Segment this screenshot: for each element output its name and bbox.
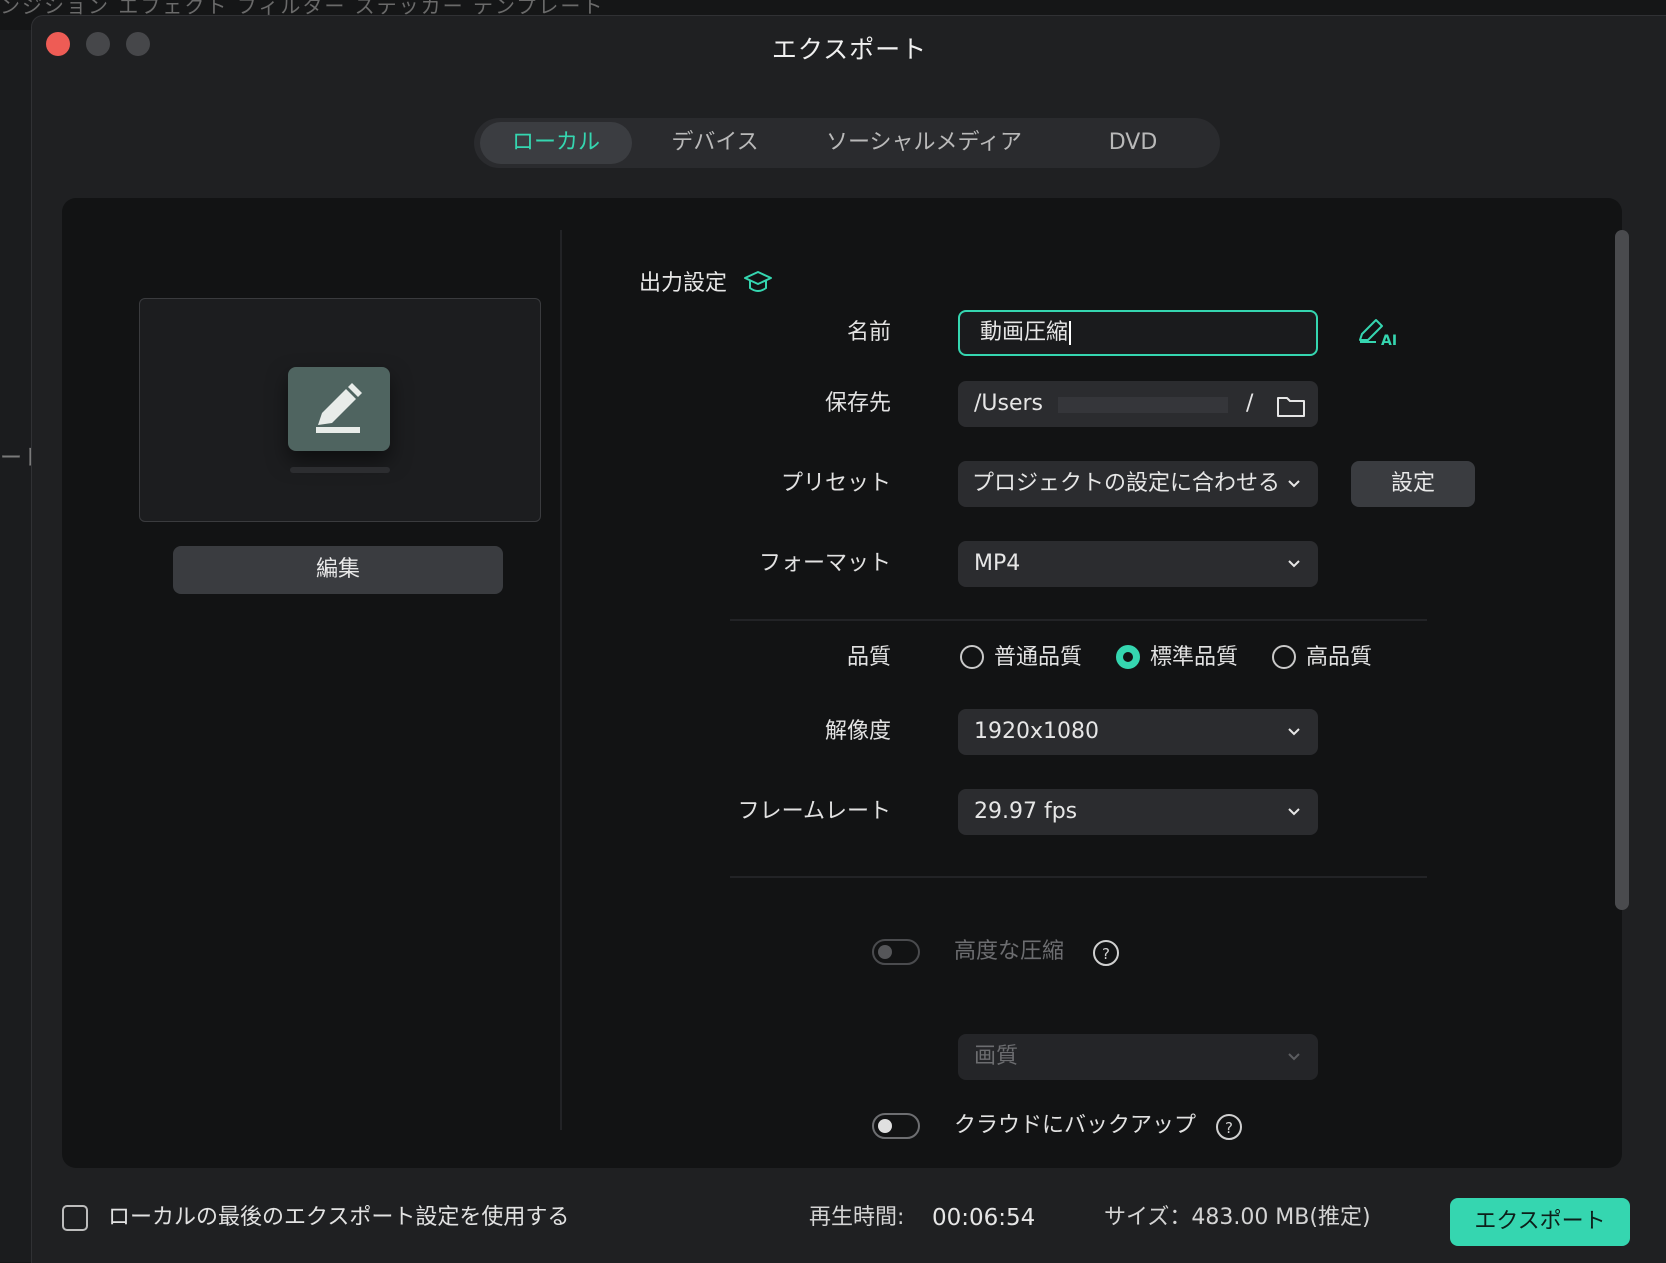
ai-rename-icon[interactable]: AI: [1356, 316, 1398, 352]
quality-label: 品質: [846, 645, 891, 670]
thumbnail-reflection: [290, 467, 390, 473]
estimated-size: サイズ：483.00 MB(推定): [1104, 1205, 1371, 1230]
preset-label: プリセット: [780, 471, 891, 496]
help-icon[interactable]: ?: [1092, 939, 1120, 971]
tab-social-media[interactable]: ソーシャルメディア: [804, 122, 1044, 164]
name-label: 名前: [846, 320, 891, 345]
graduation-cap-icon[interactable]: [743, 268, 773, 300]
radio-label: 高品質: [1306, 645, 1373, 670]
background-app-sidebar: [0, 30, 31, 1262]
name-input[interactable]: 動画圧縮: [958, 310, 1318, 356]
resolution-select[interactable]: 1920x1080: [958, 709, 1318, 755]
svg-text:AI: AI: [1381, 333, 1397, 348]
settings-panel: 編集 出力設定 名前 動画圧縮 AI 保存先 /Users / プリセット プロ…: [62, 198, 1622, 1168]
toggle-knob: [878, 945, 892, 959]
section-divider: [730, 619, 1427, 621]
duration-value: 00:06:54: [932, 1205, 1036, 1231]
edit-pencil-icon: [288, 367, 390, 451]
video-preview-thumbnail: [139, 298, 541, 522]
radio-circle: [960, 645, 984, 669]
chevron-down-icon: [1288, 728, 1300, 736]
folder-icon[interactable]: [1276, 390, 1306, 436]
tab-local[interactable]: ローカル: [480, 122, 632, 164]
advanced-compression-toggle[interactable]: [872, 939, 920, 965]
save-path-field[interactable]: /Users /: [958, 381, 1318, 427]
export-target-tabs: ローカル デバイス ソーシャルメディア DVD: [474, 118, 1220, 168]
resolution-label: 解像度: [824, 719, 891, 744]
toggle-knob: [878, 1119, 892, 1133]
radio-circle: [1272, 645, 1296, 669]
preset-value: プロジェクトの設定に合わせる: [972, 471, 1281, 496]
preset-settings-button[interactable]: 設定: [1351, 461, 1475, 507]
help-icon[interactable]: ?: [1215, 1113, 1243, 1145]
export-dialog: エクスポート ローカル デバイス ソーシャルメディア DVD 編集 出力設定 名…: [31, 15, 1666, 1263]
dialog-title: エクスポート: [771, 35, 928, 64]
save-path-end: /: [1246, 391, 1254, 416]
svg-text:?: ?: [1225, 1119, 1233, 1137]
use-last-settings-checkbox[interactable]: [62, 1205, 88, 1231]
panel-divider: [560, 230, 562, 1130]
frame-rate-value: 29.97 fps: [974, 799, 1078, 824]
scrollbar-thumb[interactable]: [1615, 230, 1629, 910]
edit-button[interactable]: 編集: [173, 546, 503, 594]
output-settings-title: 出力設定: [639, 271, 728, 296]
name-input-value: 動画圧縮: [980, 320, 1069, 345]
chevron-down-icon: [1288, 560, 1300, 568]
use-last-settings-label: ローカルの最後のエクスポート設定を使用する: [108, 1205, 570, 1230]
advanced-compression-label: 高度な圧縮: [954, 939, 1065, 964]
svg-text:?: ?: [1102, 945, 1110, 963]
compression-mode-select: 画質: [958, 1034, 1318, 1080]
format-value: MP4: [974, 551, 1021, 576]
format-label: フォーマット: [758, 551, 891, 576]
radio-label: 標準品質: [1150, 645, 1239, 670]
radio-label: 普通品質: [994, 645, 1083, 670]
redacted-path: [1058, 397, 1228, 413]
chevron-down-icon: [1288, 1053, 1300, 1061]
preset-select[interactable]: プロジェクトの設定に合わせる: [958, 461, 1318, 507]
cloud-backup-toggle[interactable]: [872, 1113, 920, 1139]
cloud-backup-label: クラウドにバックアップ: [954, 1113, 1197, 1138]
radio-circle: [1116, 645, 1140, 669]
export-button[interactable]: エクスポート: [1450, 1198, 1630, 1246]
save-path-start: /Users: [974, 391, 1044, 416]
save-to-label: 保存先: [824, 391, 891, 416]
chevron-down-icon: [1288, 480, 1300, 488]
frame-rate-label: フレームレート: [737, 799, 891, 824]
tab-dvd[interactable]: DVD: [1058, 122, 1208, 164]
resolution-value: 1920x1080: [974, 719, 1099, 744]
format-select[interactable]: MP4: [958, 541, 1318, 587]
section-divider: [730, 876, 1427, 878]
frame-rate-select[interactable]: 29.97 fps: [958, 789, 1318, 835]
text-caret: [1069, 321, 1072, 345]
chevron-down-icon: [1288, 808, 1300, 816]
settings-scrollbar[interactable]: [1615, 230, 1629, 1100]
duration-label: 再生時間:: [809, 1205, 905, 1230]
tab-device[interactable]: デバイス: [640, 122, 790, 164]
compression-mode-value: 画質: [974, 1044, 1019, 1069]
